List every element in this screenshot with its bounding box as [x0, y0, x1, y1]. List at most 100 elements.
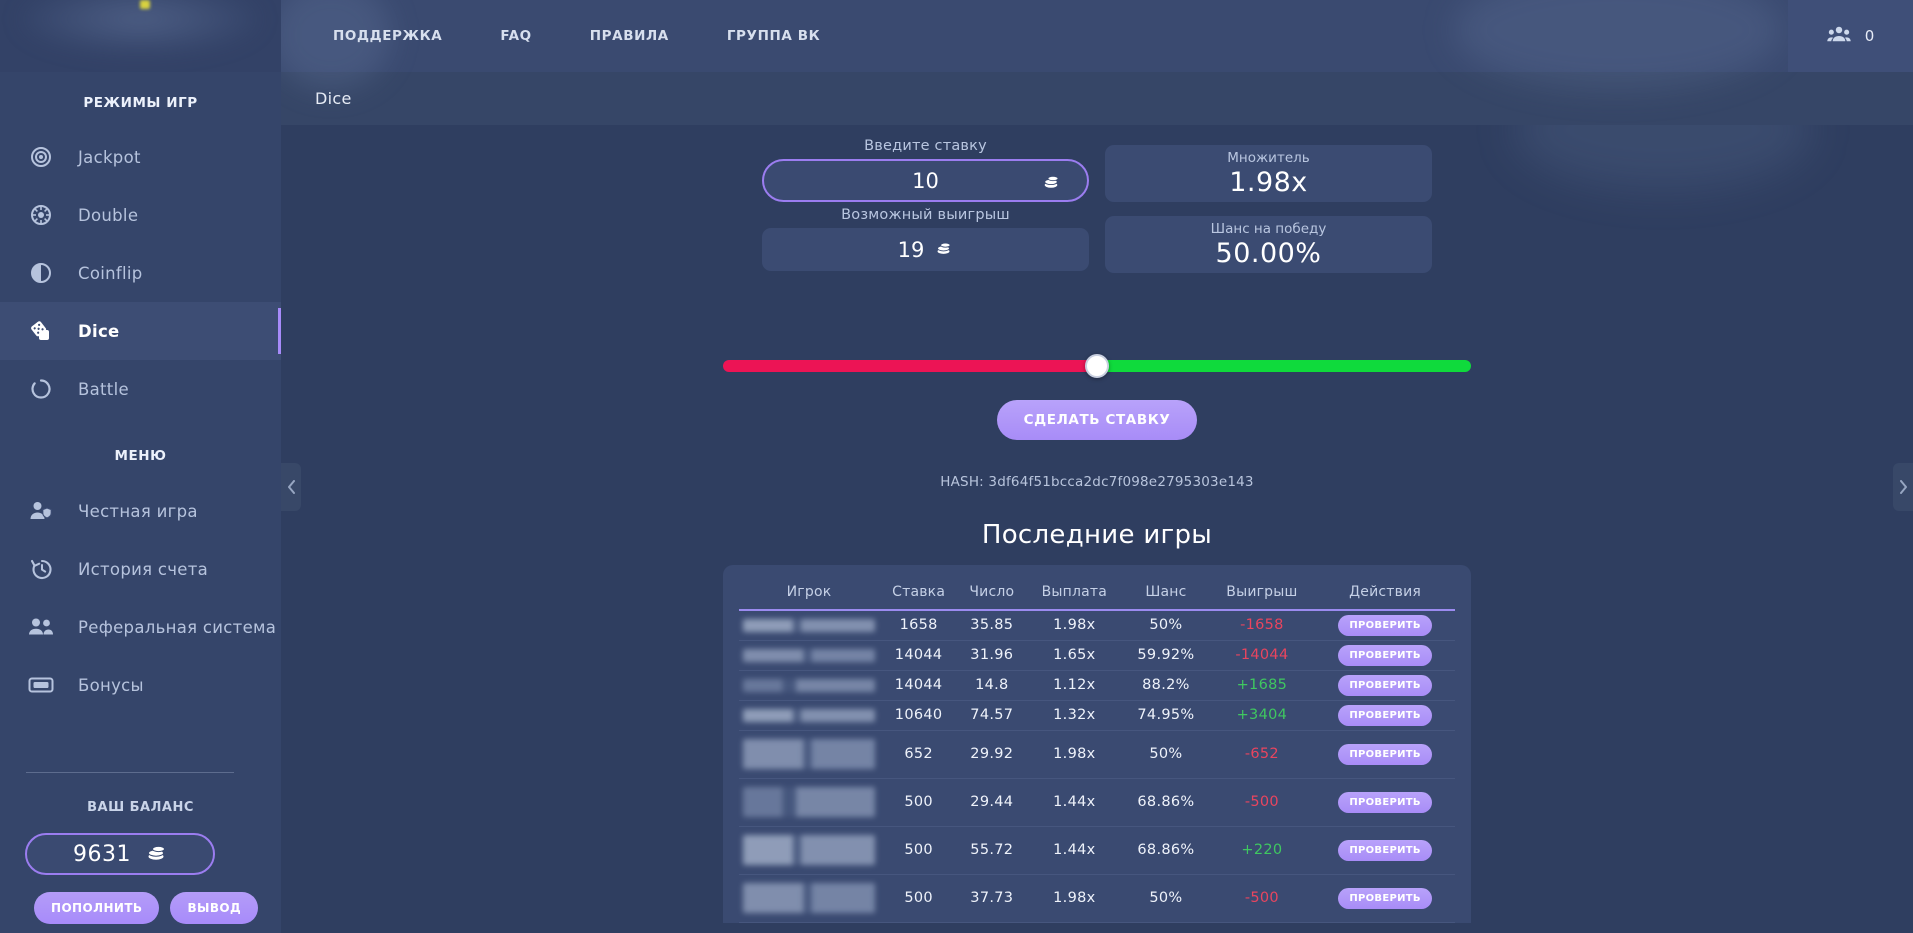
win-chance-value: 50.00%: [1216, 238, 1322, 269]
balance-value: 9631: [73, 842, 131, 867]
verify-button[interactable]: ПРОВЕРИТЬ: [1338, 645, 1432, 666]
player-name-blurred: [743, 883, 875, 913]
sidebar-item-label: Jackpot: [78, 148, 141, 167]
withdraw-button[interactable]: ВЫВОД: [170, 892, 258, 924]
nav-link-rules[interactable]: ПРАВИЛА: [561, 0, 698, 72]
cell-chance: 68.86%: [1123, 778, 1208, 826]
verify-button[interactable]: ПРОВЕРИТЬ: [1338, 675, 1432, 696]
cell-number: 55.72: [958, 826, 1025, 874]
cell-actions: ПРОВЕРИТЬ: [1315, 640, 1455, 670]
nav-link-vk-group[interactable]: ГРУППА ВК: [698, 0, 849, 72]
cell-win: -500: [1209, 778, 1316, 826]
column-header-player: Игрок: [739, 579, 879, 610]
win-chance-box: Шанс на победу 50.00%: [1105, 216, 1432, 273]
cell-actions: ПРОВЕРИТЬ: [1315, 778, 1455, 826]
sidebar-item-label: Coinflip: [78, 264, 143, 283]
column-header-number: Число: [958, 579, 1025, 610]
cell-player: [739, 640, 879, 670]
sidebar-item-bonuses[interactable]: Бонусы: [0, 656, 281, 714]
verify-button[interactable]: ПРОВЕРИТЬ: [1338, 840, 1432, 861]
verify-button[interactable]: ПРОВЕРИТЬ: [1338, 888, 1432, 909]
collapse-right-panel-button[interactable]: [1893, 463, 1913, 511]
sidebar-item-double[interactable]: Double: [0, 186, 281, 244]
chevron-left-icon: [287, 480, 296, 494]
users-icon: [28, 614, 54, 640]
balance-box[interactable]: 9631: [25, 833, 215, 875]
chance-slider-knob[interactable]: [1085, 354, 1109, 378]
make-bet-wrap: СДЕЛАТЬ СТАВКУ: [281, 400, 1913, 440]
win-chance-label: Шанс на победу: [1211, 221, 1327, 237]
coins-icon: [1041, 172, 1061, 194]
logo-area[interactable]: [0, 0, 281, 72]
player-name-blurred: [743, 787, 875, 817]
cell-number: 31.96: [958, 640, 1025, 670]
cell-player: [739, 610, 879, 640]
column-header-bet: Ставка: [879, 579, 958, 610]
chevron-right-icon: [1899, 480, 1908, 494]
player-name-blurred: [743, 649, 875, 662]
cell-payout: 1.98x: [1025, 874, 1123, 922]
player-name-blurred: [743, 835, 875, 865]
cell-win: +1685: [1209, 670, 1316, 700]
cell-player: [739, 874, 879, 922]
cell-bet: 1658: [879, 610, 958, 640]
verify-button[interactable]: ПРОВЕРИТЬ: [1338, 615, 1432, 636]
balance-actions: ПОПОЛНИТЬ ВЫВОД: [34, 892, 258, 924]
bet-input-label: Введите ставку: [762, 133, 1089, 159]
cell-actions: ПРОВЕРИТЬ: [1315, 610, 1455, 640]
coins-icon: [934, 239, 953, 260]
cell-player: [739, 730, 879, 778]
cell-bet: 500: [879, 778, 958, 826]
cell-actions: ПРОВЕРИТЬ: [1315, 670, 1455, 700]
cell-bet: 500: [879, 826, 958, 874]
column-header-win: Выигрыш: [1209, 579, 1316, 610]
cell-chance: 50%: [1123, 730, 1208, 778]
cell-payout: 1.65x: [1025, 640, 1123, 670]
sidebar-item-jackpot[interactable]: Jackpot: [0, 128, 281, 186]
history-icon: [28, 556, 54, 582]
sidebar-item-account-history[interactable]: История счета: [0, 540, 281, 598]
possible-win-box: 19: [762, 228, 1089, 271]
cell-chance: 50%: [1123, 610, 1208, 640]
cell-win: -1658: [1209, 610, 1316, 640]
last-games-title: Последние игры: [281, 520, 1913, 550]
bet-amount-input[interactable]: 10: [762, 159, 1089, 202]
nav-link-support[interactable]: ПОДДЕРЖКА: [304, 0, 471, 72]
chance-slider[interactable]: [723, 360, 1471, 372]
collapse-left-panel-button[interactable]: [281, 463, 301, 511]
bet-stats-column: Множитель 1.98x Шанс на победу 50.00%: [1105, 133, 1432, 287]
logo-accent-dot: [140, 0, 150, 9]
sidebar-item-coinflip[interactable]: Coinflip: [0, 244, 281, 302]
verify-button[interactable]: ПРОВЕРИТЬ: [1338, 705, 1432, 726]
cell-win: +220: [1209, 826, 1316, 874]
deposit-button[interactable]: ПОПОЛНИТЬ: [34, 892, 159, 924]
balance-label: ВАШ БАЛАНС: [0, 800, 281, 815]
cell-win: +3404: [1209, 700, 1316, 730]
verify-button[interactable]: ПРОВЕРИТЬ: [1338, 744, 1432, 765]
possible-win-label: Возможный выигрыш: [762, 202, 1089, 228]
bet-amount-value: 10: [912, 169, 939, 193]
player-name-blurred: [743, 619, 875, 632]
target-icon: [28, 144, 54, 170]
sidebar-games-title: РЕЖИМЫ ИГР: [0, 72, 281, 128]
online-users-indicator[interactable]: 0: [1788, 0, 1913, 72]
sidebar-item-battle[interactable]: Battle: [0, 360, 281, 418]
game-hash: HASH: 3df64f51bcca2dc7f098e2795303e143: [281, 474, 1913, 490]
circle-icon: [28, 376, 54, 402]
cell-number: 74.57: [958, 700, 1025, 730]
sidebar-item-fair-game[interactable]: Честная игра: [0, 482, 281, 540]
sidebar-item-label: Честная игра: [78, 502, 198, 521]
table-row: 50055.721.44x68.86%+220ПРОВЕРИТЬ: [739, 826, 1455, 874]
player-name-blurred: [743, 739, 875, 769]
make-bet-button[interactable]: СДЕЛАТЬ СТАВКУ: [997, 400, 1198, 440]
player-name-blurred: [743, 709, 875, 722]
verify-button[interactable]: ПРОВЕРИТЬ: [1338, 792, 1432, 813]
sidebar-item-label: Double: [78, 206, 138, 225]
cell-chance: 88.2%: [1123, 670, 1208, 700]
sidebar-item-dice[interactable]: Dice: [0, 302, 281, 360]
cell-bet: 14044: [879, 640, 958, 670]
sidebar-item-referral[interactable]: Реферальная система: [0, 598, 281, 656]
cell-number: 35.85: [958, 610, 1025, 640]
cell-chance: 74.95%: [1123, 700, 1208, 730]
nav-link-faq[interactable]: FAQ: [471, 0, 560, 72]
